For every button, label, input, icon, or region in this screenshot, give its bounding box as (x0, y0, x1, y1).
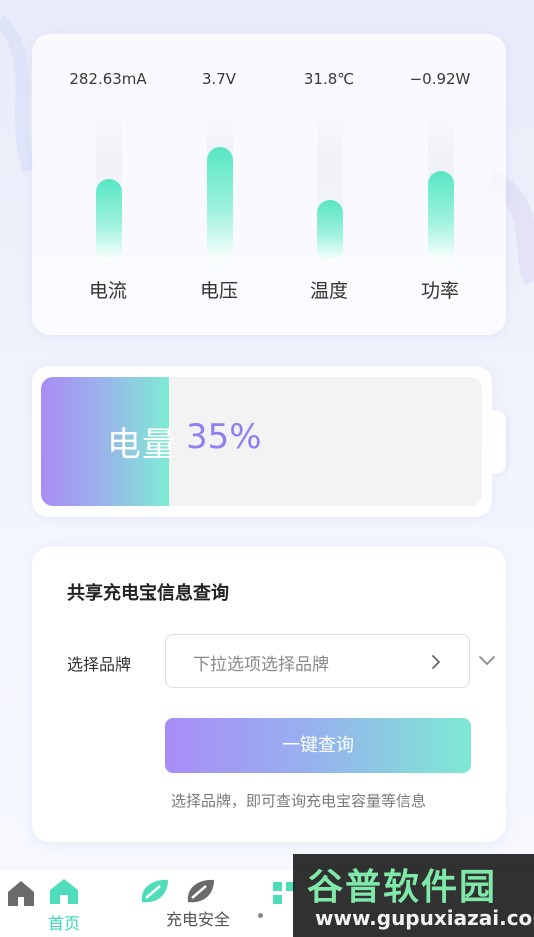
watermark-title: 谷普软件园 (307, 867, 498, 908)
query-title: 共享充电宝信息查询 (67, 583, 229, 604)
tab-label: 首页 (47, 914, 80, 933)
metric-bar-fill (96, 178, 122, 262)
battery-gauge: 电量 35% (32, 366, 492, 517)
metric-bar-track (207, 108, 233, 262)
home-icon (50, 879, 78, 904)
grid-icon[interactable] (273, 882, 295, 908)
query-card: 共享充电宝信息查询 选择品牌 下拉选项选择品牌 一键查询 选择品牌，即可查询充电… (32, 547, 506, 842)
metric-label: 温度 (309, 280, 348, 302)
watermark: 谷普软件园 www.gupuxiazai.com (293, 854, 534, 937)
leaf-icon (187, 879, 214, 903)
metrics-card: 282.63mA 电流 3.7V 电压 31.8℃ 温度 −0.92W 功率 (32, 34, 506, 335)
tab-label: 充电安全 (166, 910, 231, 929)
brand-select[interactable]: 下拉选项选择品牌 (165, 634, 470, 688)
battery-terminal (492, 410, 506, 474)
watermark-url: www.gupuxiazai.com (315, 906, 534, 930)
query-button[interactable]: 一键查询 (165, 718, 471, 773)
home-icon (8, 881, 34, 906)
metric-bar-fill (207, 146, 233, 262)
metric-bar-track (317, 108, 343, 262)
metric-temperature: 31.8℃ 温度 (274, 34, 384, 335)
battery-percent: 35% (186, 417, 262, 457)
metric-label: 电流 (88, 280, 127, 302)
tab-home[interactable]: 首页 (44, 876, 84, 934)
metric-bar-track (428, 108, 454, 262)
leaf-icon (141, 879, 168, 903)
chevron-down-icon[interactable] (478, 653, 496, 667)
metric-value: 31.8℃ (303, 70, 355, 88)
brand-select-placeholder: 下拉选项选择品牌 (193, 655, 329, 675)
metric-power: −0.92W 功率 (385, 34, 495, 335)
metric-bar-track (96, 108, 122, 262)
brand-label: 选择品牌 (67, 655, 132, 674)
battery-body: 电量 35% (41, 377, 482, 506)
metric-label: 电压 (199, 280, 238, 302)
metric-value: 3.7V (201, 70, 237, 88)
metric-current: 282.63mA 电流 (53, 34, 163, 335)
metric-bar-fill (317, 200, 343, 262)
metric-value: −0.92W (409, 70, 471, 88)
battery-label: 电量 (107, 425, 177, 465)
tab-icons (138, 876, 268, 906)
chevron-right-icon (432, 655, 440, 669)
tab-charging-safety[interactable]: 充电安全 (138, 876, 268, 930)
dot-indicator (258, 913, 263, 918)
metric-value: 282.63mA (69, 70, 147, 88)
metric-bar-fill (428, 171, 454, 262)
metric-voltage: 3.7V 电压 (164, 34, 274, 335)
metric-label: 功率 (420, 280, 459, 302)
query-hint: 选择品牌，即可查询充电宝容量等信息 (171, 792, 427, 810)
